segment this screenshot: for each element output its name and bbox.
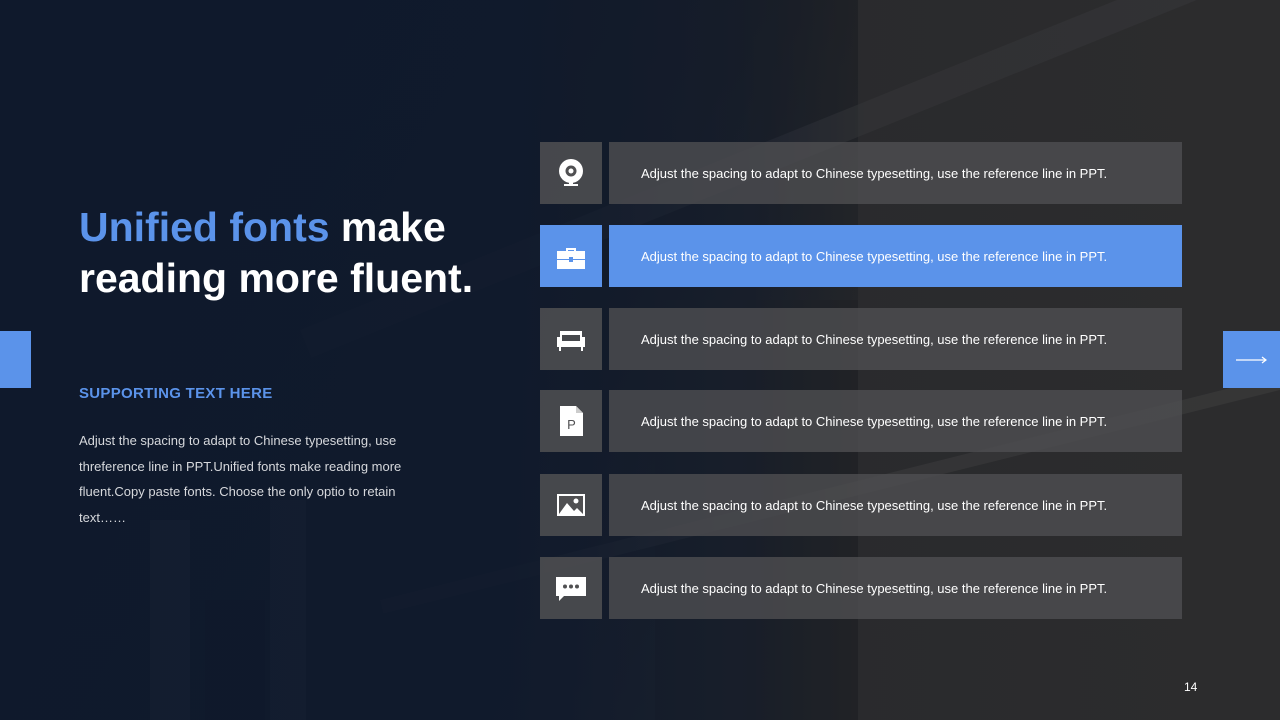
arrow-right-icon: [1235, 356, 1267, 363]
slide-title: Unified fonts make reading more fluent.: [79, 202, 549, 304]
image-icon: [557, 494, 585, 516]
list-item: Adjust the spacing to adapt to Chinese t…: [540, 142, 1182, 204]
supporting-heading: SUPPORTING TEXT HERE: [79, 385, 273, 402]
supporting-paragraph: Adjust the spacing to adapt to Chinese t…: [79, 433, 402, 525]
list-item-text-box: Adjust the spacing to adapt to Chinese t…: [609, 557, 1182, 619]
list-item-text: Adjust the spacing to adapt to Chinese t…: [641, 248, 1108, 264]
list-item-text-box: Adjust the spacing to adapt to Chinese t…: [609, 474, 1182, 536]
prev-slide-tab[interactable]: [0, 331, 31, 388]
list-item: Adjust the spacing to adapt to Chinese t…: [540, 557, 1182, 619]
title-accent: Unified fonts: [79, 204, 330, 250]
list-item-text-box: Adjust the spacing to adapt to Chinese t…: [609, 390, 1182, 452]
list-item-text-box: Adjust the spacing to adapt to Chinese t…: [609, 142, 1182, 204]
list-item-icon-box: [540, 308, 602, 370]
list-item: Adjust the spacing to adapt to Chinese t…: [540, 474, 1182, 536]
svg-text:P: P: [567, 417, 576, 432]
list-item-text: Adjust the spacing to adapt to Chinese t…: [641, 165, 1108, 181]
list-item-text-box: Adjust the spacing to adapt to Chinese t…: [609, 308, 1182, 370]
list-item-text: Adjust the spacing to adapt to Chinese t…: [641, 580, 1108, 596]
list-item-text: Adjust the spacing to adapt to Chinese t…: [641, 413, 1108, 429]
list-item: P Adjust the spacing to adapt to Chinese…: [540, 390, 1182, 452]
list-item-icon-box: [540, 557, 602, 619]
list-item-icon-box: [540, 474, 602, 536]
next-slide-button[interactable]: [1223, 331, 1280, 388]
list-item-icon-box: [540, 142, 602, 204]
list-item-icon-box: [540, 225, 602, 287]
list-item-text: Adjust the spacing to adapt to Chinese t…: [641, 331, 1108, 347]
page-number: 14: [1184, 680, 1198, 694]
toolbox-icon: [557, 248, 585, 269]
list-item-text: Adjust the spacing to adapt to Chinese t…: [641, 497, 1108, 513]
list-item-active: Adjust the spacing to adapt to Chinese t…: [540, 225, 1182, 287]
armchair-icon: [557, 331, 585, 351]
list-item: Adjust the spacing to adapt to Chinese t…: [540, 308, 1182, 370]
list-item-text-box: Adjust the spacing to adapt to Chinese t…: [609, 225, 1182, 287]
webcam-icon: [559, 159, 583, 186]
file-p-icon: P: [560, 406, 583, 436]
list-item-icon-box: P: [540, 390, 602, 452]
chat-bubble-icon: [556, 577, 586, 601]
